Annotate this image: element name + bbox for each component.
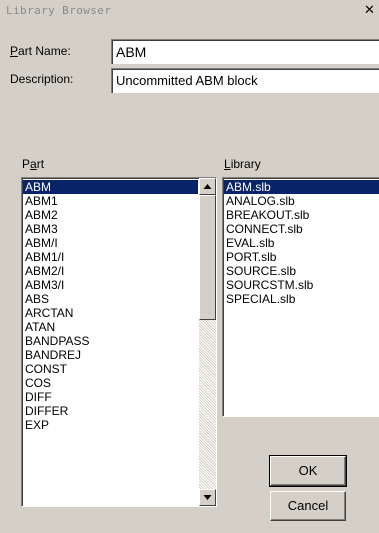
part-list-item[interactable]: ABM/I <box>23 236 198 250</box>
part-list-item[interactable]: BANDPASS <box>23 334 198 348</box>
part-list-item[interactable]: CONST <box>23 362 198 376</box>
library-label-rest: ibrary <box>230 157 261 171</box>
part-list-item[interactable]: ABM1 <box>23 194 198 208</box>
library-list-item[interactable]: ANALOG.slb <box>224 194 379 208</box>
library-list-item[interactable]: PORT.slb <box>224 250 379 264</box>
library-list-item[interactable]: BREAKOUT.slb <box>224 208 379 222</box>
close-button[interactable]: ✕ <box>360 2 379 20</box>
part-list-item[interactable]: ABM3/I <box>23 278 198 292</box>
part-list-item[interactable]: ABM3 <box>23 222 198 236</box>
part-list-item[interactable]: ABM2/I <box>23 264 198 278</box>
part-listbox[interactable]: ABM ABM1 ABM2 ABM3 ABM/I ABM1/I ABM2/I ABM3/I AB… <box>21 177 217 507</box>
scroll-down-button[interactable] <box>199 489 216 506</box>
part-list-items: ABM ABM1 ABM2 ABM3 ABM/I ABM1/I ABM2/I ABM3/I AB… <box>23 180 198 432</box>
library-list-label: Library <box>224 157 261 171</box>
part-name-label-rest: art Name: <box>18 44 71 58</box>
scroll-up-arrow-icon <box>203 184 212 189</box>
library-list-items: ABM.slb ANALOG.slb BREAKOUT.slb CONNECT.slb… <box>224 180 379 306</box>
library-label-mnemonic: L <box>224 157 231 171</box>
part-list-item[interactable]: ARCTAN <box>23 306 198 320</box>
part-list-item[interactable]: ABM2 <box>23 208 198 222</box>
part-list-label: Part <box>22 157 44 171</box>
part-list-item[interactable]: DIFF <box>23 390 198 404</box>
library-list-item[interactable]: SOURCSTM.slb <box>224 278 379 292</box>
library-listbox[interactable]: ABM.slb ANALOG.slb BREAKOUT.slb CONNECT.slb… <box>222 177 379 417</box>
library-browser-window: Library Browser ✕ Part Name: ABM Descrip… <box>0 0 379 533</box>
window-title: Library Browser <box>6 4 112 17</box>
close-icon: ✕ <box>364 3 375 18</box>
part-list-item[interactable]: ABM <box>23 180 198 194</box>
part-list-item[interactable]: COS <box>23 376 198 390</box>
part-list-item[interactable]: ATAN <box>23 320 198 334</box>
part-list-item[interactable]: ABM1/I <box>23 250 198 264</box>
scroll-thumb[interactable] <box>199 195 216 320</box>
part-list-item[interactable]: DIFFER <box>23 404 198 418</box>
library-list-item[interactable]: SPECIAL.slb <box>224 292 379 306</box>
part-name-label: Part Name: <box>10 44 71 58</box>
library-list-item[interactable]: ABM.slb <box>224 180 379 194</box>
part-label-a: P <box>22 157 31 171</box>
library-list-item[interactable]: CONNECT.slb <box>224 222 379 236</box>
cancel-button[interactable]: Cancel <box>270 491 346 521</box>
ok-button[interactable]: OK <box>269 455 347 487</box>
part-list-item[interactable]: ABS <box>23 292 198 306</box>
scroll-down-arrow-icon <box>203 495 212 500</box>
description-label: Description: <box>10 72 74 86</box>
title-bar[interactable]: Library Browser ✕ <box>0 0 379 22</box>
scroll-up-button[interactable] <box>199 178 216 195</box>
part-label-rest: rt <box>36 157 45 171</box>
part-label-mnemonic: a <box>30 157 37 171</box>
library-list-item[interactable]: SOURCE.slb <box>224 264 379 278</box>
part-name-field[interactable]: ABM <box>111 39 379 64</box>
part-list-item[interactable]: BANDREJ <box>23 348 198 362</box>
part-name-mnemonic: P <box>10 44 19 58</box>
part-list-item[interactable]: EXP <box>23 418 198 432</box>
part-scrollbar[interactable] <box>199 178 216 506</box>
library-list-item[interactable]: EVAL.slb <box>224 236 379 250</box>
description-field[interactable]: Uncommitted ABM block <box>111 68 379 93</box>
